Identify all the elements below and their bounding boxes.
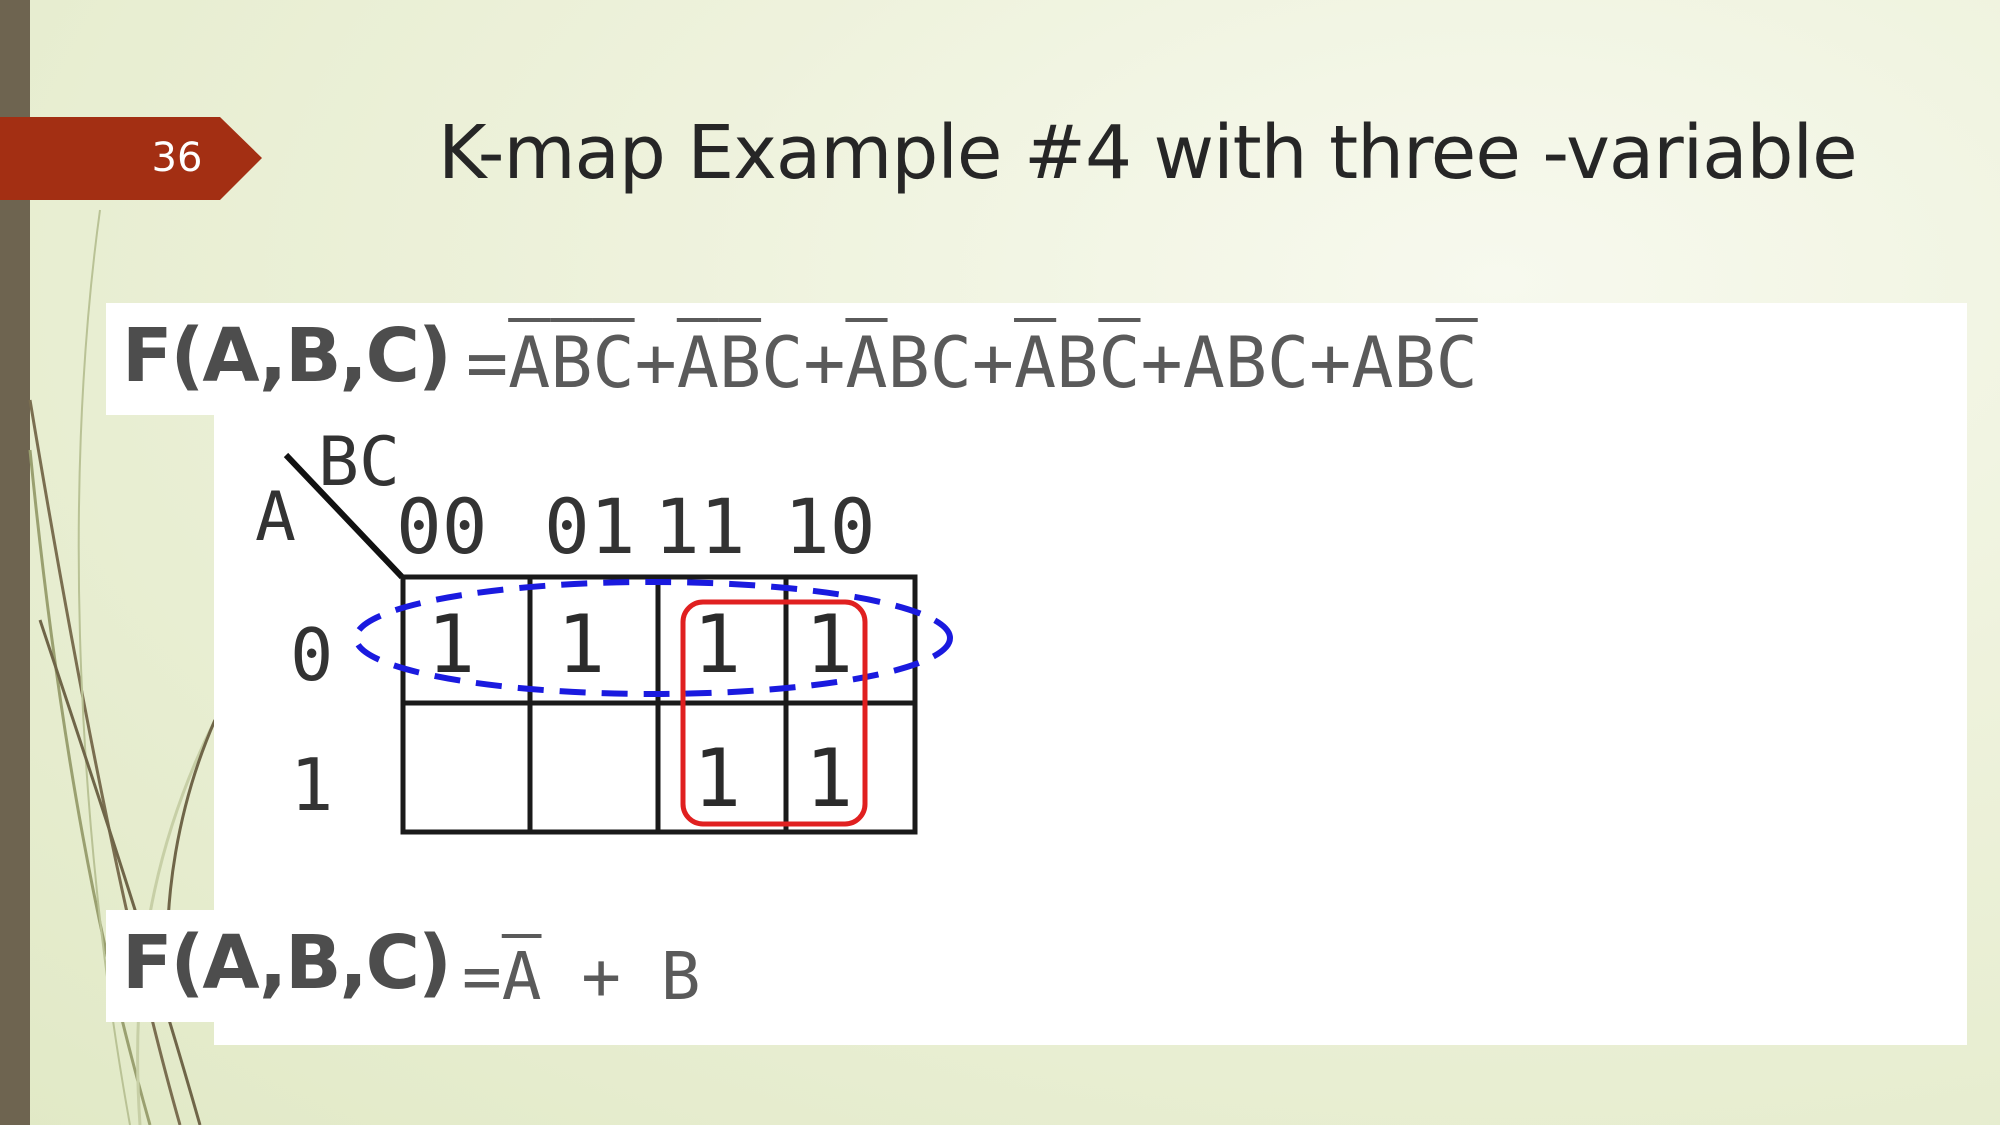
term-literal: A: [501, 938, 542, 1015]
kmap-corner-bc: BC: [318, 423, 400, 502]
term-literal: B: [660, 938, 701, 1015]
kmap-cell: 1: [557, 598, 605, 691]
simplified-function-label: F(A,B,C): [122, 920, 452, 1006]
kmap-row-header: 1: [290, 743, 333, 827]
kmap-column-header: 11: [654, 482, 746, 571]
kmap-cell: 1: [805, 732, 853, 825]
kmap-cell: 1: [693, 598, 741, 691]
kmap-corner-a: A: [255, 478, 296, 557]
kmap-cell: 1: [805, 598, 853, 691]
equals-sign: =: [462, 938, 502, 1015]
kmap-row-header: 0: [290, 613, 333, 697]
kmap-column-header: 00: [396, 482, 488, 571]
kmap-cell: 1: [693, 732, 741, 825]
kmap-column-header: 10: [784, 482, 876, 571]
kmap-column-header: 01: [544, 482, 636, 571]
plus-sign: +: [581, 938, 621, 1015]
simplified-function-expression: =A + B: [462, 938, 701, 1015]
